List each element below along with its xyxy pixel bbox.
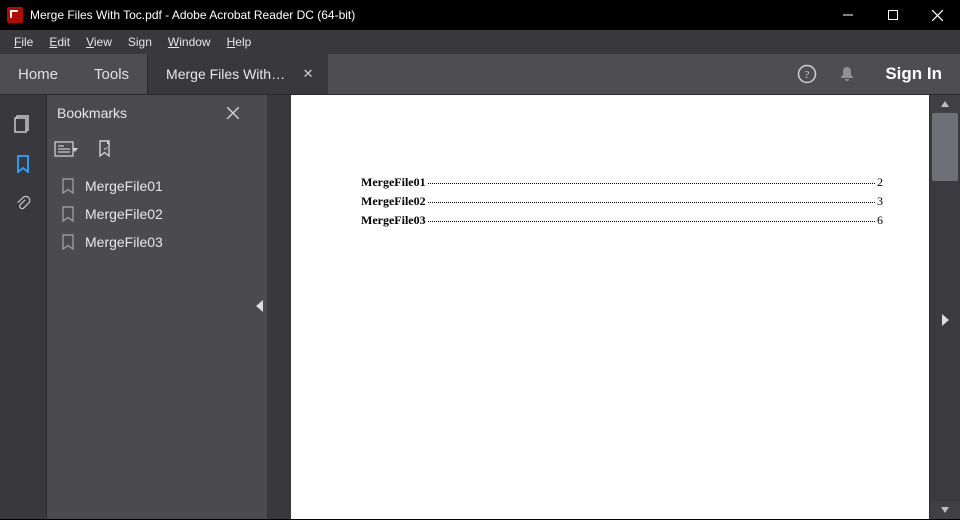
new-bookmark-button[interactable] — [91, 138, 119, 160]
page-thumbnails-icon — [14, 115, 32, 133]
notifications-button[interactable] — [827, 65, 867, 83]
bookmark-item[interactable]: MergeFile01 — [51, 172, 249, 200]
attachment-icon — [14, 195, 32, 213]
bookmark-options-button[interactable] — [53, 138, 81, 160]
bell-icon — [838, 65, 856, 83]
toc-entry-page: 2 — [877, 175, 883, 190]
tab-document[interactable]: Merge Files With T… ✕ — [147, 54, 328, 94]
toc-entry-title: MergeFile03 — [361, 213, 426, 228]
options-icon — [54, 141, 80, 157]
menu-help[interactable]: Help — [219, 32, 260, 52]
scrollbar-down-button[interactable] — [930, 501, 960, 519]
scrollbar-up-button[interactable] — [930, 95, 960, 113]
panel-collapse-handle[interactable] — [253, 95, 267, 519]
bookmarks-panel-title: Bookmarks — [57, 105, 223, 121]
help-button[interactable]: ? — [787, 64, 827, 84]
page: MergeFile01 2 MergeFile02 3 MergeFile03 … — [291, 95, 929, 519]
menu-edit[interactable]: Edit — [41, 32, 78, 52]
menu-file[interactable]: File — [6, 32, 41, 52]
attachments-panel-button[interactable] — [14, 195, 32, 213]
toc-leader-dots — [428, 221, 875, 222]
bookmarks-panel-close-button[interactable] — [223, 103, 243, 123]
menu-window[interactable]: Window — [160, 32, 219, 52]
tab-home[interactable]: Home — [0, 54, 76, 94]
toc-entry: MergeFile02 3 — [361, 192, 883, 211]
window-maximize-button[interactable] — [870, 0, 915, 30]
window-minimize-button[interactable] — [825, 0, 870, 30]
toc-leader-dots — [428, 202, 875, 203]
work-area: Bookmarks MergeFile01 MergeFile02 — [0, 94, 960, 519]
chevron-down-icon — [941, 506, 949, 514]
bookmark-outline-icon — [61, 206, 75, 222]
menu-bar: File Edit View Sign Window Help — [0, 30, 960, 54]
tab-tools[interactable]: Tools — [76, 54, 147, 94]
document-view: MergeFile01 2 MergeFile02 3 MergeFile03 … — [267, 95, 929, 519]
sign-in-button[interactable]: Sign In — [867, 64, 960, 84]
bookmarks-panel-button[interactable] — [14, 155, 32, 173]
acrobat-app-icon — [7, 7, 23, 23]
bookmark-icon — [14, 155, 32, 173]
bookmark-item-label: MergeFile03 — [85, 234, 163, 250]
chevron-right-icon — [941, 314, 949, 326]
tab-document-label: Merge Files With T… — [166, 66, 286, 82]
bookmark-outline-icon — [61, 178, 75, 194]
bookmark-outline-icon — [61, 234, 75, 250]
help-icon: ? — [797, 64, 817, 84]
chevron-up-icon — [941, 100, 949, 108]
bookmark-add-icon — [96, 140, 114, 158]
menu-view[interactable]: View — [78, 32, 120, 52]
navigation-rail — [0, 95, 47, 519]
toc-entry-title: MergeFile02 — [361, 194, 426, 209]
toc-entry-title: MergeFile01 — [361, 175, 426, 190]
bookmark-item-label: MergeFile02 — [85, 206, 163, 222]
tools-pane-toggle[interactable] — [936, 300, 954, 340]
window-close-button[interactable] — [915, 0, 960, 30]
bookmark-item-label: MergeFile01 — [85, 178, 163, 194]
document-margin — [267, 95, 291, 519]
toc-entry-page: 6 — [877, 213, 883, 228]
bookmarks-list: MergeFile01 MergeFile02 MergeFile03 — [47, 166, 253, 262]
tab-document-close-button[interactable]: ✕ — [296, 66, 320, 82]
bookmark-item[interactable]: MergeFile03 — [51, 228, 249, 256]
menu-sign[interactable]: Sign — [120, 32, 160, 52]
toc-leader-dots — [428, 183, 875, 184]
title-bar: Merge Files With Toc.pdf - Adobe Acrobat… — [0, 0, 960, 30]
tab-bar: Home Tools Merge Files With T… ✕ ? Sign … — [0, 54, 960, 94]
page-canvas[interactable]: MergeFile01 2 MergeFile02 3 MergeFile03 … — [291, 95, 929, 519]
svg-text:?: ? — [805, 69, 810, 81]
toc-entry: MergeFile03 6 — [361, 211, 883, 230]
window-title: Merge Files With Toc.pdf - Adobe Acrobat… — [30, 8, 355, 22]
chevron-left-icon — [256, 300, 264, 312]
table-of-contents: MergeFile01 2 MergeFile02 3 MergeFile03 … — [361, 173, 883, 230]
bookmarks-panel: Bookmarks MergeFile01 MergeFile02 — [47, 95, 253, 519]
close-icon — [227, 107, 239, 119]
bookmark-item[interactable]: MergeFile02 — [51, 200, 249, 228]
right-rail — [929, 95, 960, 519]
toc-entry-page: 3 — [877, 194, 883, 209]
scrollbar-thumb[interactable] — [932, 113, 958, 181]
bookmarks-toolbar — [47, 132, 253, 166]
toc-entry: MergeFile01 2 — [361, 173, 883, 192]
thumbnails-panel-button[interactable] — [14, 115, 32, 133]
